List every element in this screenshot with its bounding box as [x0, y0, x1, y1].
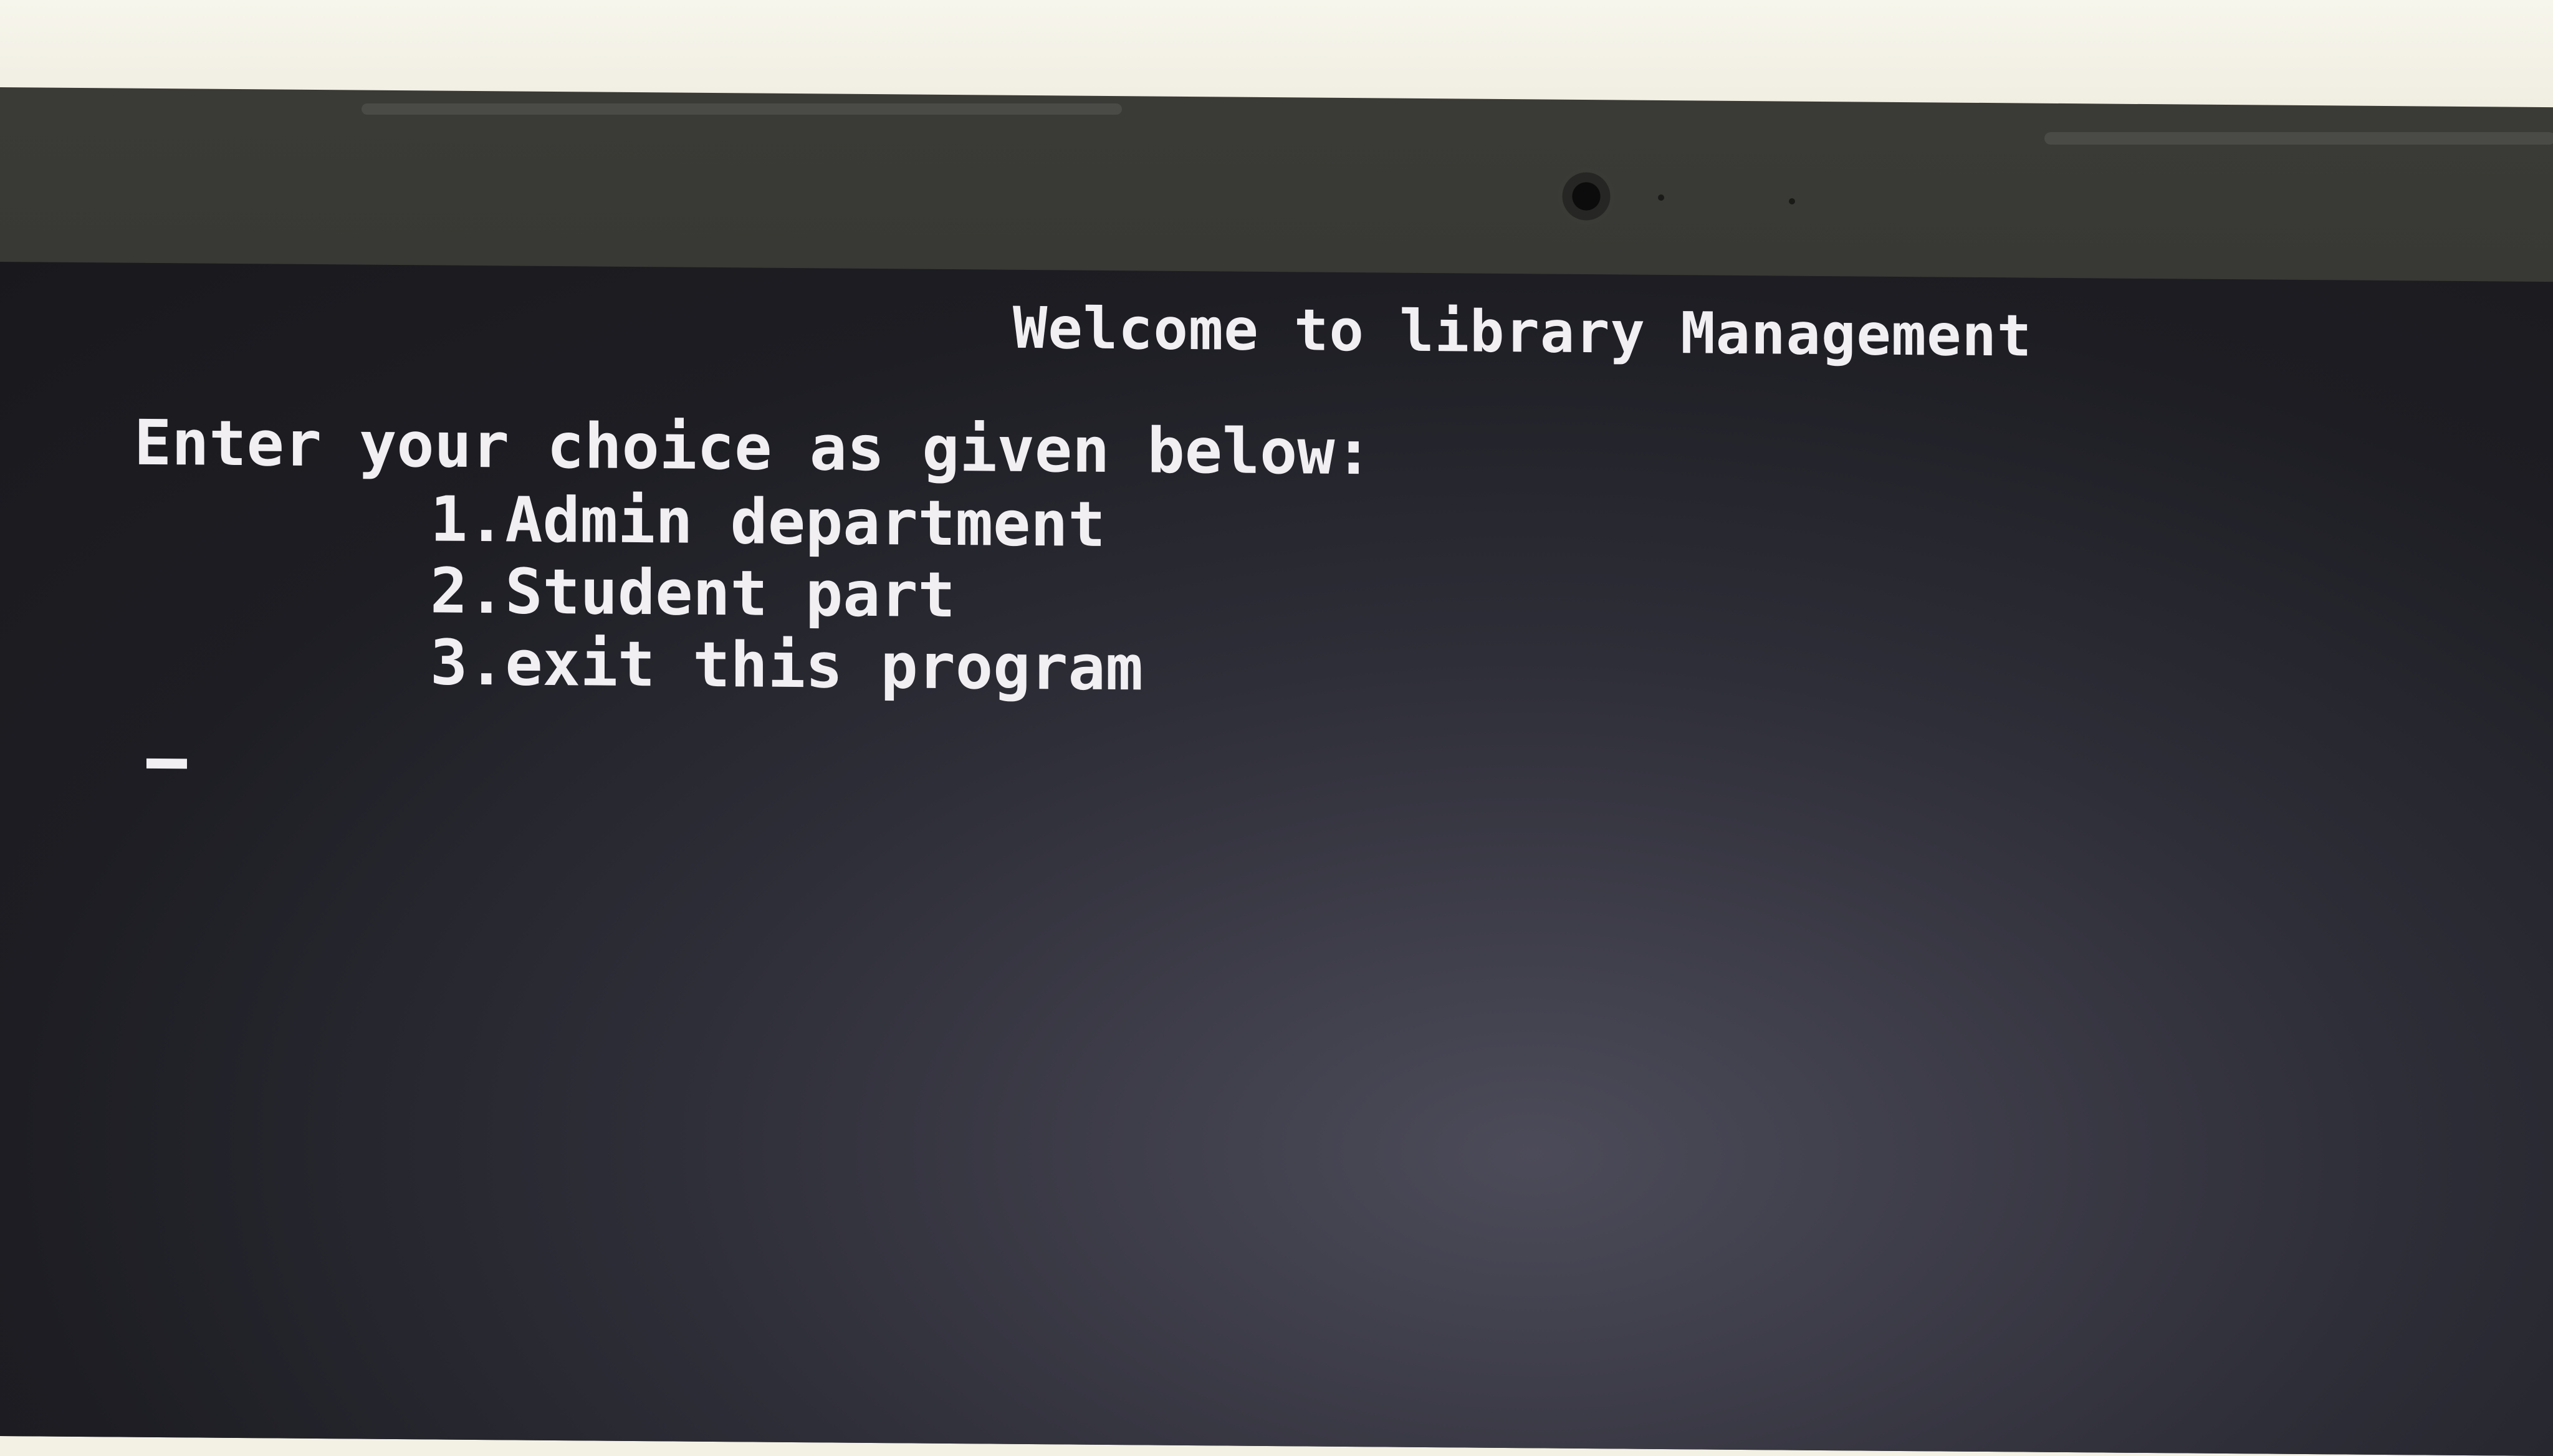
- menu-option-student: 2.Student part: [430, 554, 956, 632]
- bezel-ridge-left: [362, 103, 1122, 115]
- console-title: Welcome to library Management: [1013, 294, 2033, 370]
- menu-option-exit: 3.exit this program: [430, 626, 1143, 705]
- text-cursor[interactable]: [146, 758, 187, 769]
- menu-option-admin: 1.Admin department: [430, 482, 1106, 561]
- sensor-dot-icon: [1658, 194, 1664, 201]
- webcam-icon: [1558, 168, 1614, 224]
- sensor-dot-icon: [1789, 198, 1795, 204]
- choice-prompt: Enter your choice as given below:: [134, 406, 1372, 489]
- menu-options: 1.Admin department 2.Student part 3.exit…: [430, 482, 1143, 705]
- bezel-ridge-right: [2044, 132, 2553, 145]
- console-screen[interactable]: Welcome to library Management Enter your…: [0, 262, 2553, 1456]
